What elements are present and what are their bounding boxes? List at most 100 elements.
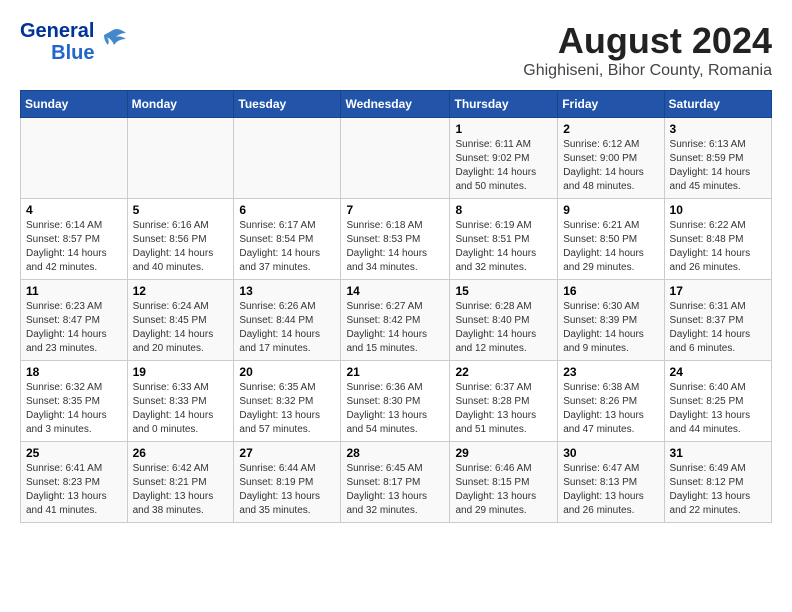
day-info: Sunrise: 6:45 AM Sunset: 8:17 PM Dayligh… — [346, 462, 444, 518]
day-number: 27 — [239, 446, 335, 460]
day-info: Sunrise: 6:11 AM Sunset: 9:02 PM Dayligh… — [455, 138, 552, 194]
calendar-cell: 5 Sunrise: 6:16 AM Sunset: 8:56 PM Daylig… — [127, 199, 234, 280]
day-info: Sunrise: 6:46 AM Sunset: 8:15 PM Dayligh… — [455, 462, 552, 518]
day-info: Sunrise: 6:18 AM Sunset: 8:53 PM Dayligh… — [346, 219, 444, 275]
calendar-week-2: 4 Sunrise: 6:14 AM Sunset: 8:57 PM Daylig… — [21, 199, 772, 280]
day-number: 20 — [239, 365, 335, 379]
day-info: Sunrise: 6:14 AM Sunset: 8:57 PM Dayligh… — [26, 219, 122, 275]
calendar-cell: 6 Sunrise: 6:17 AM Sunset: 8:54 PM Daylig… — [234, 199, 341, 280]
calendar-cell: 7 Sunrise: 6:18 AM Sunset: 8:53 PM Daylig… — [341, 199, 450, 280]
day-info: Sunrise: 6:49 AM Sunset: 8:12 PM Dayligh… — [670, 462, 766, 518]
calendar-cell: 24Sunrise: 6:40 AM Sunset: 8:25 PM Dayli… — [664, 361, 771, 442]
header-saturday: Saturday — [664, 91, 771, 118]
day-number: 19 — [133, 365, 229, 379]
calendar-cell: 18 Sunrise: 6:32 AM Sunset: 8:35 PM Dayli… — [21, 361, 128, 442]
calendar-cell: 21Sunrise: 6:36 AM Sunset: 8:30 PM Dayli… — [341, 361, 450, 442]
calendar-cell: 10Sunrise: 6:22 AM Sunset: 8:48 PM Dayli… — [664, 199, 771, 280]
month-year-title: August 2024 — [523, 20, 772, 62]
calendar-week-5: 25 Sunrise: 6:41 AM Sunset: 8:23 PM Dayli… — [21, 442, 772, 523]
title-section: August 2024 Ghighiseni, Bihor County, Ro… — [523, 20, 772, 80]
calendar-cell: 25 Sunrise: 6:41 AM Sunset: 8:23 PM Dayli… — [21, 442, 128, 523]
calendar-header-row: SundayMondayTuesdayWednesdayThursdayFrid… — [21, 91, 772, 118]
day-number: 8 — [455, 203, 552, 217]
day-number: 18 — [26, 365, 122, 379]
day-info: Sunrise: 6:26 AM Sunset: 8:44 PM Dayligh… — [239, 300, 335, 356]
day-info: Sunrise: 6:38 AM Sunset: 8:26 PM Dayligh… — [563, 381, 658, 437]
header-tuesday: Tuesday — [234, 91, 341, 118]
day-info: Sunrise: 6:30 AM Sunset: 8:39 PM Dayligh… — [563, 300, 658, 356]
day-info: Sunrise: 6:16 AM Sunset: 8:56 PM Dayligh… — [133, 219, 229, 275]
page-header: General Blue August 2024 Ghighiseni, Bih… — [20, 20, 772, 80]
calendar-cell: 9Sunrise: 6:21 AM Sunset: 8:50 PM Daylig… — [558, 199, 664, 280]
day-number: 26 — [133, 446, 229, 460]
logo-line1: General — [20, 20, 94, 42]
day-info: Sunrise: 6:47 AM Sunset: 8:13 PM Dayligh… — [563, 462, 658, 518]
calendar-cell: 8 Sunrise: 6:19 AM Sunset: 8:51 PM Daylig… — [450, 199, 558, 280]
calendar-cell: 28 Sunrise: 6:45 AM Sunset: 8:17 PM Dayli… — [341, 442, 450, 523]
day-number: 24 — [670, 365, 766, 379]
day-number: 5 — [133, 203, 229, 217]
day-number: 21 — [346, 365, 444, 379]
logo: General Blue — [20, 20, 128, 64]
day-info: Sunrise: 6:24 AM Sunset: 8:45 PM Dayligh… — [133, 300, 229, 356]
day-info: Sunrise: 6:44 AM Sunset: 8:19 PM Dayligh… — [239, 462, 335, 518]
calendar-cell — [234, 118, 341, 199]
day-number: 1 — [455, 122, 552, 136]
day-number: 28 — [346, 446, 444, 460]
day-number: 7 — [346, 203, 444, 217]
calendar-cell: 19Sunrise: 6:33 AM Sunset: 8:33 PM Dayli… — [127, 361, 234, 442]
day-number: 2 — [563, 122, 658, 136]
day-info: Sunrise: 6:19 AM Sunset: 8:51 PM Dayligh… — [455, 219, 552, 275]
day-number: 9 — [563, 203, 658, 217]
calendar-cell: 27 Sunrise: 6:44 AM Sunset: 8:19 PM Dayli… — [234, 442, 341, 523]
calendar-week-3: 11Sunrise: 6:23 AM Sunset: 8:47 PM Dayli… — [21, 280, 772, 361]
header-sunday: Sunday — [21, 91, 128, 118]
location-subtitle: Ghighiseni, Bihor County, Romania — [523, 62, 772, 80]
day-number: 30 — [563, 446, 658, 460]
calendar-cell: 17 Sunrise: 6:31 AM Sunset: 8:37 PM Dayli… — [664, 280, 771, 361]
day-number: 25 — [26, 446, 122, 460]
calendar-cell — [341, 118, 450, 199]
calendar-cell: 1 Sunrise: 6:11 AM Sunset: 9:02 PM Daylig… — [450, 118, 558, 199]
calendar-cell: 30 Sunrise: 6:47 AM Sunset: 8:13 PM Dayli… — [558, 442, 664, 523]
day-number: 10 — [670, 203, 766, 217]
calendar-cell: 31 Sunrise: 6:49 AM Sunset: 8:12 PM Dayli… — [664, 442, 771, 523]
logo-bird-icon — [98, 25, 128, 60]
day-number: 3 — [670, 122, 766, 136]
day-number: 4 — [26, 203, 122, 217]
calendar-cell: 22Sunrise: 6:37 AM Sunset: 8:28 PM Dayli… — [450, 361, 558, 442]
day-number: 11 — [26, 284, 122, 298]
calendar-cell: 16 Sunrise: 6:30 AM Sunset: 8:39 PM Dayli… — [558, 280, 664, 361]
day-info: Sunrise: 6:28 AM Sunset: 8:40 PM Dayligh… — [455, 300, 552, 356]
day-number: 22 — [455, 365, 552, 379]
day-number: 12 — [133, 284, 229, 298]
day-number: 31 — [670, 446, 766, 460]
header-wednesday: Wednesday — [341, 91, 450, 118]
calendar-cell: 14 Sunrise: 6:27 AM Sunset: 8:42 PM Dayli… — [341, 280, 450, 361]
calendar-cell — [127, 118, 234, 199]
calendar-cell: 11Sunrise: 6:23 AM Sunset: 8:47 PM Dayli… — [21, 280, 128, 361]
day-number: 17 — [670, 284, 766, 298]
calendar-cell: 3Sunrise: 6:13 AM Sunset: 8:59 PM Daylig… — [664, 118, 771, 199]
header-monday: Monday — [127, 91, 234, 118]
day-number: 16 — [563, 284, 658, 298]
calendar-cell: 12 Sunrise: 6:24 AM Sunset: 8:45 PM Dayli… — [127, 280, 234, 361]
calendar-cell: 13 Sunrise: 6:26 AM Sunset: 8:44 PM Dayli… — [234, 280, 341, 361]
day-info: Sunrise: 6:31 AM Sunset: 8:37 PM Dayligh… — [670, 300, 766, 356]
day-info: Sunrise: 6:27 AM Sunset: 8:42 PM Dayligh… — [346, 300, 444, 356]
day-number: 6 — [239, 203, 335, 217]
day-info: Sunrise: 6:42 AM Sunset: 8:21 PM Dayligh… — [133, 462, 229, 518]
day-info: Sunrise: 6:32 AM Sunset: 8:35 PM Dayligh… — [26, 381, 122, 437]
calendar-table: SundayMondayTuesdayWednesdayThursdayFrid… — [20, 90, 772, 523]
calendar-cell: 23Sunrise: 6:38 AM Sunset: 8:26 PM Dayli… — [558, 361, 664, 442]
day-info: Sunrise: 6:41 AM Sunset: 8:23 PM Dayligh… — [26, 462, 122, 518]
calendar-cell: 26 Sunrise: 6:42 AM Sunset: 8:21 PM Dayli… — [127, 442, 234, 523]
logo-line2: Blue — [51, 42, 94, 64]
day-number: 13 — [239, 284, 335, 298]
calendar-cell: 15Sunrise: 6:28 AM Sunset: 8:40 PM Dayli… — [450, 280, 558, 361]
calendar-cell: 2Sunrise: 6:12 AM Sunset: 9:00 PM Daylig… — [558, 118, 664, 199]
calendar-cell: 4 Sunrise: 6:14 AM Sunset: 8:57 PM Daylig… — [21, 199, 128, 280]
calendar-week-1: 1 Sunrise: 6:11 AM Sunset: 9:02 PM Daylig… — [21, 118, 772, 199]
day-number: 14 — [346, 284, 444, 298]
day-info: Sunrise: 6:17 AM Sunset: 8:54 PM Dayligh… — [239, 219, 335, 275]
